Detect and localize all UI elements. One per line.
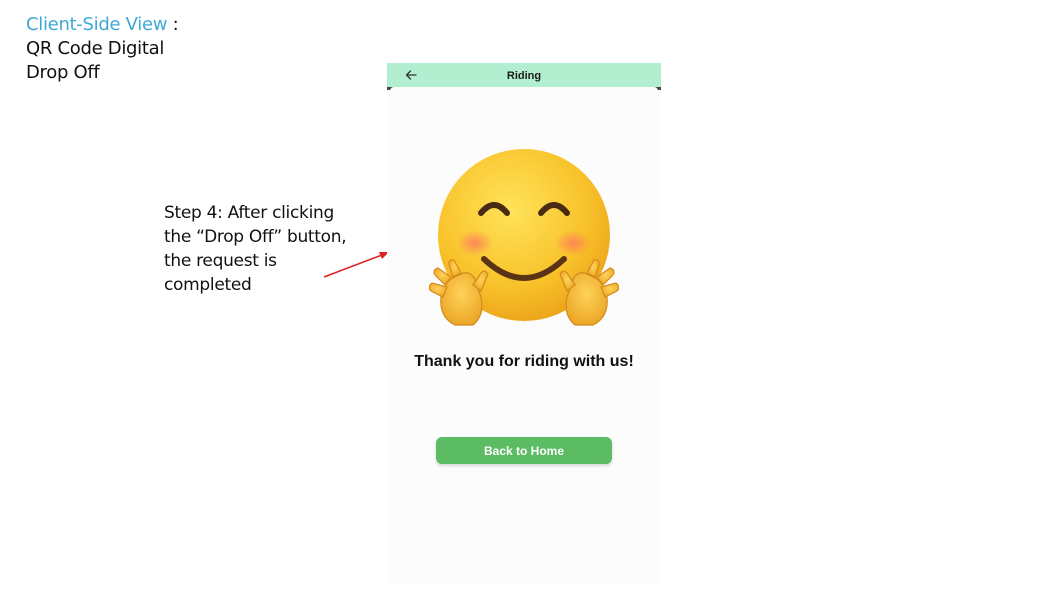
hugging-face-emoji-icon: [429, 149, 619, 326]
slide-title-line2: QR Code Digital: [26, 38, 165, 59]
slide-title-accent: Client-Side View: [26, 14, 168, 35]
slide-title: Client-Side View : QR Code Digital Drop …: [26, 13, 246, 85]
annotation-line-3: the request is: [164, 251, 277, 271]
phone-screen: Riding Thank you for riding with us! Bac…: [387, 63, 661, 584]
annotation-line-1: Step 4: After clicking: [164, 203, 334, 223]
slide-title-colon: :: [167, 14, 179, 35]
annotation-line-2: the “Drop Off” button,: [164, 227, 347, 247]
content-top-edge: [390, 87, 658, 91]
app-header: Riding: [387, 63, 661, 88]
pointer-arrow-icon: [323, 252, 389, 278]
annotation-line-4: completed: [164, 275, 252, 295]
slide-title-line3: Drop Off: [26, 62, 100, 83]
header-title: Riding: [506, 69, 542, 82]
back-to-home-button[interactable]: Back to Home: [436, 437, 612, 464]
thank-you-message: Thank you for riding with us!: [414, 353, 634, 370]
arrow-left-icon[interactable]: [404, 68, 418, 82]
